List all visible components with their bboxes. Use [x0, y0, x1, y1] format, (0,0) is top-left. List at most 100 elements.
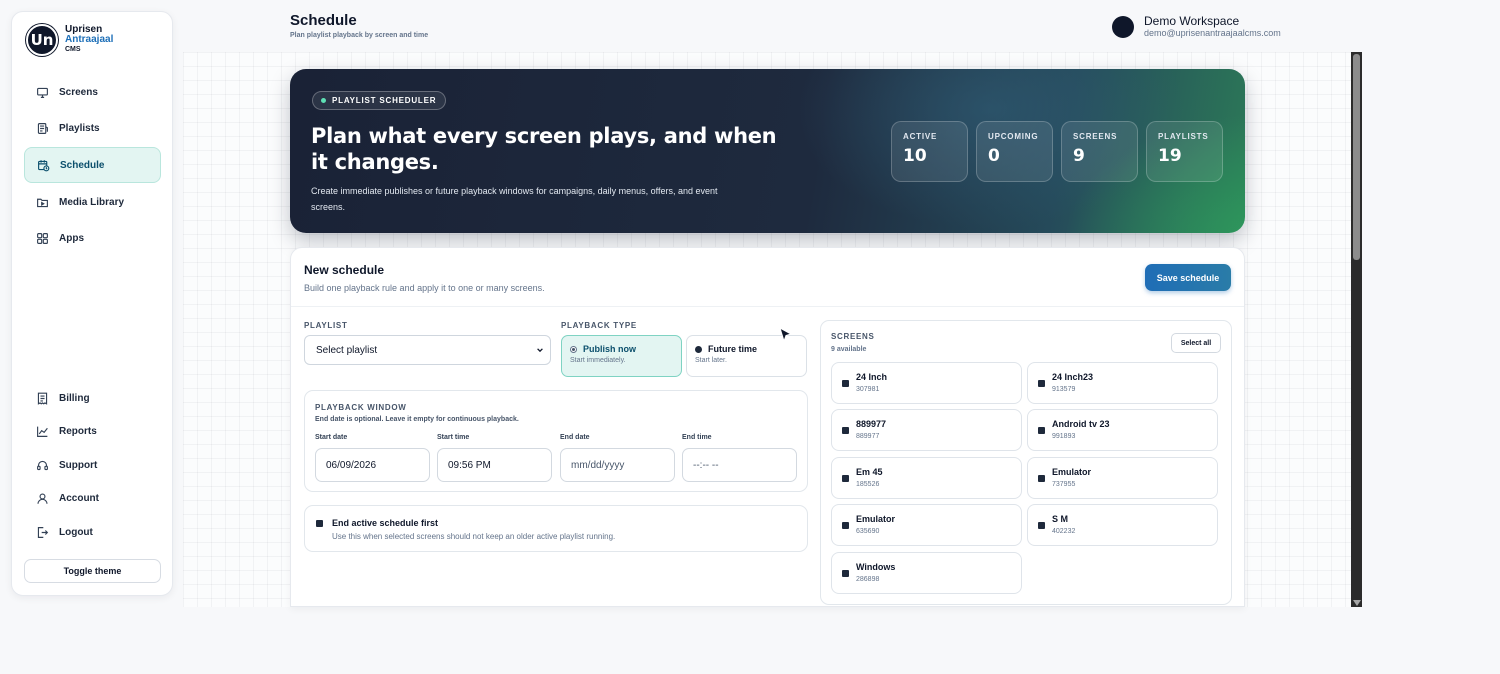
- screen-name: Em 45: [856, 467, 883, 477]
- headset-icon: [35, 458, 49, 472]
- stat-value: 19: [1158, 146, 1182, 166]
- screen-item[interactable]: 24 Inch23 913579: [1027, 362, 1218, 404]
- chevron-down-icon: [537, 348, 543, 353]
- end-active-schedule-option[interactable]: End active schedule first Use this when …: [304, 505, 808, 552]
- screen-id: 402232: [1052, 528, 1076, 535]
- sidebar-item-label: Schedule: [60, 159, 105, 171]
- stat-value: 10: [903, 146, 927, 166]
- start-time-input[interactable]: 09:56 PM: [437, 448, 552, 482]
- sidebar-item-media-library[interactable]: Media Library: [24, 184, 161, 220]
- screen-id: 889977: [856, 433, 880, 440]
- playback-window-note: End date is optional. Leave it empty for…: [315, 416, 519, 423]
- screen-item[interactable]: S M 402232: [1027, 504, 1218, 546]
- end-active-sub: Use this when selected screens should no…: [332, 532, 616, 541]
- end-active-title: End active schedule first: [332, 518, 439, 528]
- playlist-select[interactable]: Select playlist: [304, 335, 551, 365]
- screen-item[interactable]: Emulator 635690: [831, 504, 1022, 546]
- sidebar-item-support[interactable]: Support: [24, 447, 161, 483]
- playback-type-label: PLAYBACK TYPE: [561, 321, 637, 330]
- playback-type-title: Future time: [695, 344, 798, 354]
- sidebar-item-label: Apps: [59, 232, 84, 244]
- workspace-switcher[interactable]: Demo Workspace demo@uprisenantraajaalcms…: [1112, 15, 1281, 39]
- sidebar-item-label: Reports: [59, 425, 97, 437]
- sidebar-item-label: Screens: [59, 86, 98, 98]
- sidebar-item-label: Account: [59, 492, 99, 504]
- sidebar-item-billing[interactable]: Billing: [24, 380, 161, 416]
- screen-checkbox[interactable]: [842, 475, 849, 482]
- sidebar-item-apps[interactable]: Apps: [24, 220, 161, 256]
- screen-checkbox[interactable]: [842, 380, 849, 387]
- end-active-checkbox[interactable]: [316, 520, 323, 527]
- end-time-input[interactable]: --:-- --: [682, 448, 797, 482]
- screens-label: SCREENS: [831, 332, 875, 341]
- screen-item[interactable]: Android tv 23 991893: [1027, 409, 1218, 451]
- screen-name: Emulator: [1052, 467, 1092, 477]
- user-icon: [35, 491, 49, 505]
- save-schedule-button[interactable]: Save schedule: [1145, 264, 1231, 291]
- avatar: [1112, 16, 1134, 38]
- calendar-clock-icon: [36, 158, 50, 172]
- screen-checkbox[interactable]: [1038, 427, 1045, 434]
- screen-checkbox[interactable]: [842, 522, 849, 529]
- screen-item[interactable]: Emulator 737955: [1027, 457, 1218, 499]
- screen-checkbox[interactable]: [842, 427, 849, 434]
- vertical-scrollbar[interactable]: [1351, 52, 1362, 607]
- screen-item[interactable]: 889977 889977: [831, 409, 1022, 451]
- toggle-theme-button[interactable]: Toggle theme: [24, 559, 161, 583]
- screen-checkbox[interactable]: [1038, 522, 1045, 529]
- folder-play-icon: [35, 195, 49, 209]
- new-schedule-card: New schedule Build one playback rule and…: [290, 247, 1245, 607]
- stat-label: ACTIVE: [903, 132, 938, 141]
- hero-badge: PLAYLIST SCHEDULER: [312, 91, 447, 110]
- stat-card-active: ACTIVE 10: [891, 121, 968, 182]
- sidebar-item-schedule[interactable]: Schedule: [24, 147, 161, 183]
- sidebar-item-label: Logout: [59, 526, 93, 538]
- start-time-label: Start time: [437, 434, 470, 441]
- sidebar-item-label: Playlists: [59, 122, 100, 134]
- select-all-button[interactable]: Select all: [1171, 333, 1221, 353]
- mouse-cursor-icon: [779, 327, 793, 343]
- stat-value: 0: [988, 146, 1000, 166]
- brand-name-line3: CMS: [65, 46, 81, 53]
- sidebar-item-reports[interactable]: Reports: [24, 413, 161, 449]
- screen-checkbox[interactable]: [842, 570, 849, 577]
- scrollbar-thumb[interactable]: [1353, 54, 1360, 260]
- status-dot-icon: [321, 98, 326, 103]
- brand-name-line2: Antraajaal: [65, 34, 114, 45]
- brand[interactable]: Un Uprisen Antraajaal CMS: [26, 24, 113, 56]
- sidebar-item-playlists[interactable]: Playlists: [24, 110, 161, 146]
- stat-card-screens: SCREENS 9: [1061, 121, 1138, 182]
- sidebar: Un Uprisen Antraajaal CMS Screens Playli…: [11, 11, 173, 596]
- workspace-name: Demo Workspace: [1144, 14, 1240, 28]
- sidebar-item-screens[interactable]: Screens: [24, 74, 161, 110]
- sidebar-item-label: Support: [59, 459, 98, 471]
- screen-item[interactable]: 24 Inch 307981: [831, 362, 1022, 404]
- playback-type-title-text: Publish now: [583, 344, 636, 354]
- screen-id: 185526: [856, 481, 880, 488]
- screen-name: S M: [1052, 514, 1069, 524]
- hero-banner: PLAYLIST SCHEDULER Plan what every scree…: [290, 69, 1245, 233]
- screen-name: 24 Inch23: [1052, 372, 1094, 382]
- screen-id: 307981: [856, 386, 880, 393]
- screen-item[interactable]: Em 45 185526: [831, 457, 1022, 499]
- screen-checkbox[interactable]: [1038, 475, 1045, 482]
- sidebar-item-account[interactable]: Account: [24, 480, 161, 516]
- stat-card-playlists: PLAYLISTS 19: [1146, 121, 1223, 182]
- scroll-down-arrow-icon[interactable]: [1353, 600, 1361, 606]
- playback-type-sub: Start immediately.: [570, 357, 626, 364]
- playlist-label: PLAYLIST: [304, 321, 348, 330]
- screen-item[interactable]: Windows 286898: [831, 552, 1022, 594]
- screens-panel: SCREENS 9 available Select all 24 Inch 3…: [820, 320, 1232, 605]
- screen-id: 635690: [856, 528, 880, 535]
- sidebar-item-logout[interactable]: Logout: [24, 514, 161, 550]
- screen-checkbox[interactable]: [1038, 380, 1045, 387]
- workspace-email: demo@uprisenantraajaalcms.com: [1144, 28, 1281, 38]
- start-date-input[interactable]: 06/09/2026: [315, 448, 430, 482]
- playback-type-publish-now[interactable]: Publish now Start immediately.: [561, 335, 682, 377]
- screen-name: Windows: [856, 562, 896, 572]
- end-date-input[interactable]: mm/dd/yyyy: [560, 448, 675, 482]
- stat-card-upcoming: UPCOMING 0: [976, 121, 1053, 182]
- playback-type-sub: Start later.: [695, 357, 727, 364]
- stat-label: PLAYLISTS: [1158, 132, 1209, 141]
- sidebar-item-label: Billing: [59, 392, 90, 404]
